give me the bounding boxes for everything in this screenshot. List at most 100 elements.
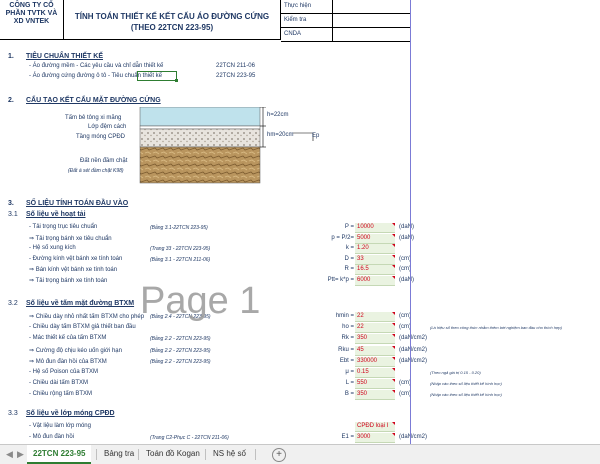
- param-label: - Hệ số xung kích: [29, 245, 76, 252]
- param-reference: (Bảng 2.2 - 22TCN 223-95): [150, 347, 211, 354]
- tab-toan-do-kogan[interactable]: Toán đồ Kogan: [140, 445, 206, 464]
- standard-item: - Áo đường mềm - Các yêu cầu và chỉ dẫn …: [29, 63, 164, 69]
- base-layer: [139, 128, 261, 148]
- param-symbol: P =: [344, 224, 354, 230]
- title-line-1: TÍNH TOÁN THIẾT KẾ KẾT CẤU ÁO ĐƯỜNG CỨNG: [74, 12, 270, 21]
- param-symbol: Ptt= k*p =: [327, 277, 354, 283]
- param-label: ⇒ Tải trọng bánh xe tính toán: [29, 278, 108, 284]
- param-symbol: p = P/2=: [331, 234, 354, 241]
- tab-separator: [205, 449, 206, 460]
- layer-label-base: Tầng móng CPĐD: [76, 134, 126, 140]
- param-value: CPĐD loại I: [357, 423, 389, 429]
- param-symbol: D =: [344, 255, 354, 262]
- sign-row: Kiểm tra: [281, 14, 411, 28]
- cushion-layer: [139, 125, 261, 130]
- section-number: 2.: [8, 97, 14, 104]
- add-sheet-icon[interactable]: +: [272, 448, 286, 462]
- subgrade-layer: [139, 146, 261, 184]
- thickness-hm: hm=20cm: [267, 132, 294, 138]
- param-label: - Mô đun đàn hồi: [29, 433, 75, 440]
- param-label: - Đường kính vệt bánh xe tính toán: [29, 255, 123, 262]
- param-unit-label: (daN/cm2): [399, 335, 428, 342]
- sheet-title: TÍNH TOÁN THIẾT KẾ KẾT CẤU ÁO ĐƯỜNG CỨNG…: [64, 0, 280, 40]
- param-label: - Tải trọng trục tiêu chuẩn: [29, 224, 98, 230]
- param-label: ⇒ Tải trọng bánh xe tiêu chuẩn: [29, 235, 112, 242]
- param-value: 22: [357, 324, 364, 331]
- param-value: 6000: [357, 277, 371, 283]
- param-reference: (Bảng 2.2 - 22TCN 223-95): [150, 336, 211, 343]
- param-symbol: hmin =: [335, 313, 354, 319]
- tab-22tcn[interactable]: 22TCN 223-95: [27, 445, 92, 464]
- tab-separator: [255, 449, 256, 460]
- param-unit-label: (daN): [399, 277, 415, 283]
- param-label: ⇒ Cường độ chịu kéo uốn giới hạn: [29, 347, 122, 354]
- tab-separator: [138, 449, 139, 460]
- comment-indicator: [392, 345, 395, 349]
- fill-handle[interactable]: [175, 79, 178, 82]
- subsection-number: 3.3: [8, 410, 18, 417]
- comment-indicator: [392, 223, 395, 226]
- comment-indicator: [392, 265, 395, 269]
- company-line: XD VNTEK: [13, 18, 50, 25]
- concrete-slab-layer: [139, 107, 261, 127]
- param-reference: (Bảng 3.1 - 22TCN 211-06): [150, 256, 211, 263]
- comment-indicator: [392, 254, 395, 258]
- subsection-title: Số liệu về tấm mặt đường BTXM: [26, 300, 135, 307]
- param-symbol: k =: [345, 245, 354, 252]
- param-value: 550: [357, 380, 368, 387]
- pavement-structure-diagram: [139, 107, 314, 184]
- param-label: - Chiều dài tấm BTXM: [29, 380, 89, 387]
- thickness-h: h=22cm: [267, 112, 289, 118]
- soil-note: (Đất á sét đầm chặt K98): [68, 168, 124, 174]
- param-value: 22: [357, 313, 364, 319]
- sign-row: Thực hiện: [281, 0, 411, 14]
- tab-bang-tra[interactable]: Bảng tra: [98, 445, 140, 464]
- sign-label: CNDA: [281, 28, 333, 41]
- subsection-number: 3.2: [8, 300, 18, 307]
- comment-indicator: [392, 432, 395, 436]
- param-value: 350: [357, 391, 368, 398]
- param-symbol: R =: [344, 266, 354, 273]
- param-value: 1.20: [357, 245, 369, 252]
- comment-indicator: [392, 233, 395, 237]
- param-value: 16.5: [357, 266, 369, 273]
- param-label: - Hệ số Poison của BTXM: [29, 369, 99, 375]
- spreadsheet-sheet[interactable]: CÔNG TY CỔ PHẦN TVTK VÀ XD VNTEK TÍNH TO…: [0, 0, 600, 444]
- param-label: ⇒ Chiều dày nhỏ nhất tấm BTXM cho phép: [29, 314, 145, 320]
- param-symbol: B =: [344, 391, 354, 398]
- tab-scroll-right-icon[interactable]: ▶: [17, 449, 24, 460]
- layer-label-concrete: Tấm bê tông xi măng: [65, 115, 122, 121]
- param-label: ⇒ Mô đun đàn hồi của BTXM: [29, 358, 107, 365]
- ep-label: Ep: [312, 133, 320, 139]
- sheet-tab-bar: ◀ ▶ 22TCN 223-95 Bảng tra Toán đồ Kogan …: [0, 444, 600, 464]
- param-symbol: Rk =: [341, 335, 354, 342]
- title-line-2: (THEO 22TCN 223-95): [130, 23, 214, 32]
- tab-separator: [96, 449, 97, 460]
- param-symbol: Rku =: [338, 346, 354, 353]
- param-label: ⇒ Bán kính vệt bánh xe tính toán: [29, 267, 118, 274]
- param-value: 330000: [357, 357, 378, 364]
- param-unit-label: (daN): [399, 224, 415, 230]
- param-reference: (Trang 33 - 22TCN 223-95): [150, 246, 211, 253]
- tab-scroll-left-icon[interactable]: ◀: [6, 449, 13, 460]
- param-symbol: L =: [345, 380, 354, 387]
- section-title: CẤU TẠO KẾT CẤU MẶT ĐƯỜNG CỨNG: [26, 97, 161, 104]
- param-value: 350: [357, 335, 368, 342]
- company-name: CÔNG TY CỔ PHẦN TVTK VÀ XD VNTEK: [0, 0, 64, 40]
- param-symbol: Ebt =: [339, 357, 354, 364]
- sign-label: Thực hiện: [281, 0, 333, 13]
- section-title: TIÊU CHUẨN THIẾT KẾ: [26, 53, 103, 60]
- param-symbol: E1 =: [341, 433, 354, 440]
- subsection-title: Số liệu về lớp móng CPĐD: [26, 410, 115, 417]
- param-value: 5000: [357, 234, 371, 241]
- tab-ns-he-so[interactable]: NS hệ số: [207, 445, 252, 464]
- param-note: (Nhập vào theo số liệu thiết kế hình học…: [430, 392, 502, 398]
- param-reference: (Bảng 3.1-22TCN 223-95): [150, 225, 208, 231]
- param-label: - Vật liệu làm lớp móng: [29, 423, 91, 429]
- selected-cell[interactable]: [137, 71, 177, 81]
- section-title: SỐ LIỆU TÍNH TOÁN ĐẦU VÀO: [26, 200, 129, 207]
- param-note: (Nhập vào theo số liệu thiết kế hình học…: [430, 381, 502, 387]
- standard-code: 22TCN 223-95: [216, 73, 256, 79]
- param-unit-label: (daN/cm2): [399, 357, 428, 364]
- param-note: (Là hiệu số theo công thức nhằm thêm bớt…: [430, 325, 562, 331]
